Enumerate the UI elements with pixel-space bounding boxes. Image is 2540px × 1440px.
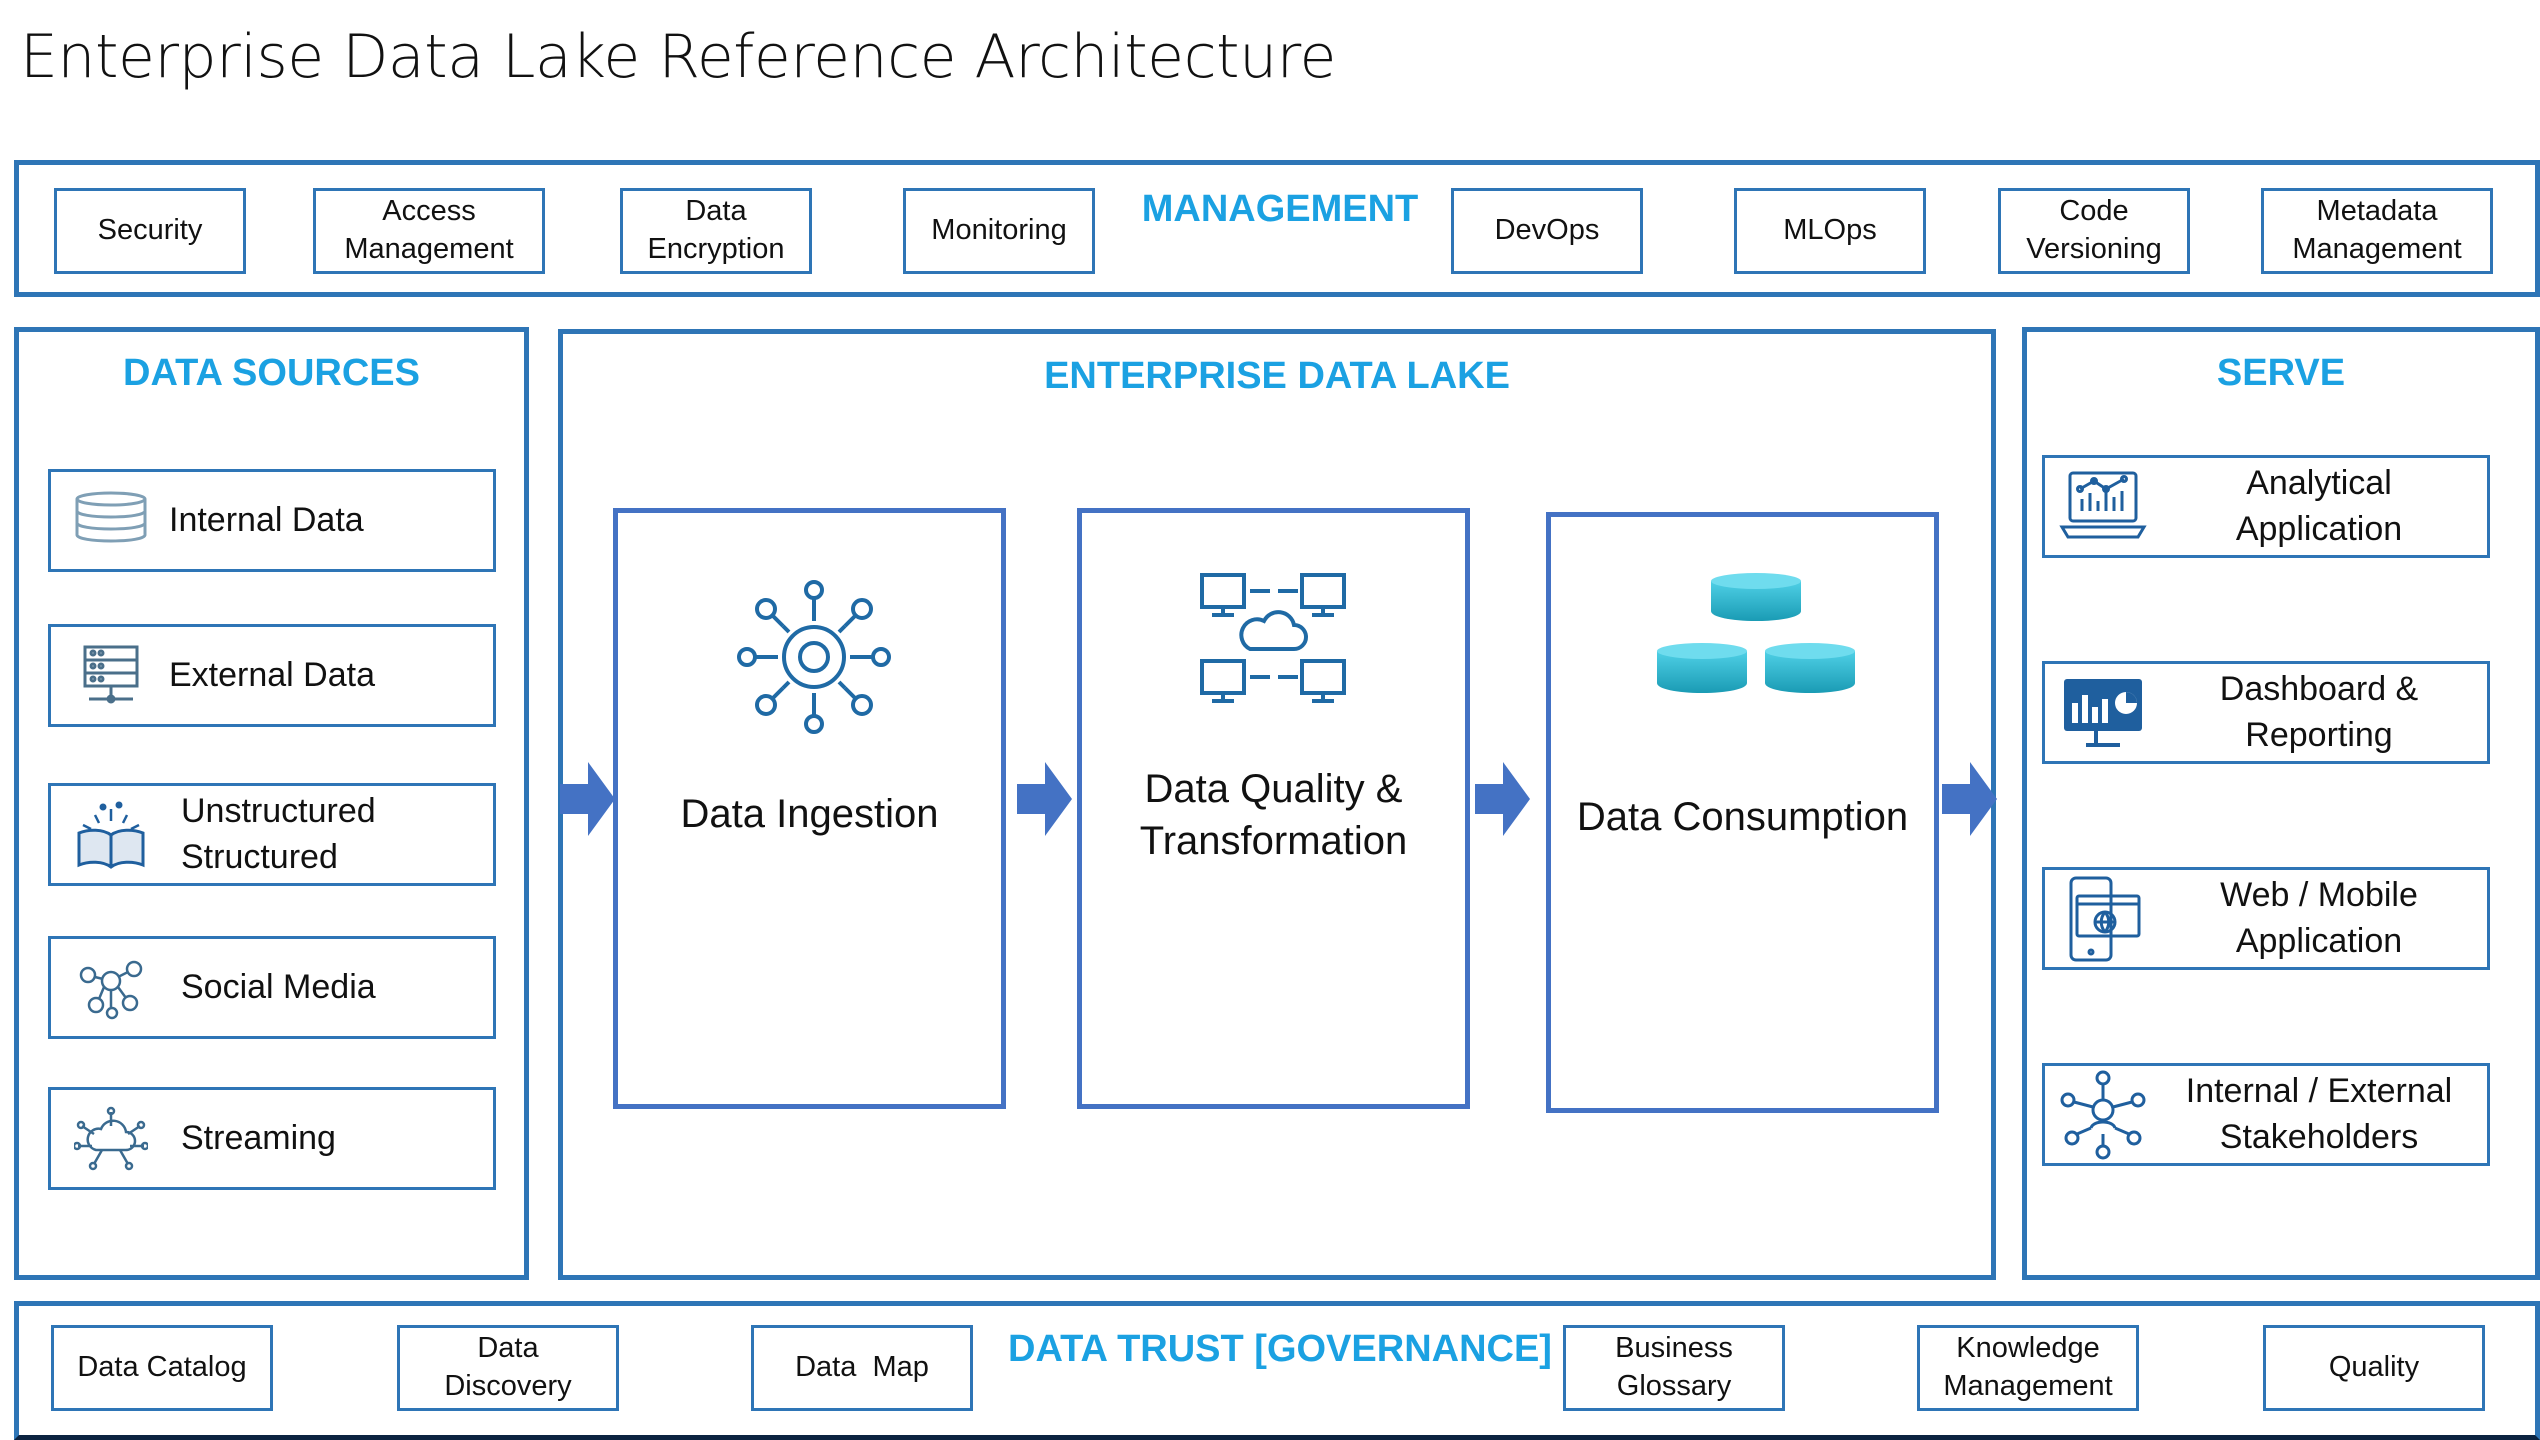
serve-analytical-application[interactable]: Analytical Application	[2042, 455, 2490, 558]
people-network-icon	[2055, 1067, 2151, 1163]
management-item-devops[interactable]: DevOps	[1451, 188, 1643, 274]
management-item-access-management[interactable]: Access Management	[313, 188, 545, 274]
data-lake-heading: ENTERPRISE DATA LAKE	[1044, 355, 1510, 397]
management-item-security[interactable]: Security	[54, 188, 246, 274]
source-streaming[interactable]: Streaming	[48, 1087, 496, 1190]
arrow-consumption-to-serve	[1942, 762, 1997, 836]
arrow-quality-to-consumption	[1475, 762, 1530, 836]
serve-label: Dashboard & Reporting	[2219, 669, 2419, 754]
monitor-dashboard-icon	[2055, 665, 2151, 761]
stage-label: Data Quality & Transformation	[1139, 767, 1408, 863]
management-item-mlops[interactable]: MLOps	[1734, 188, 1926, 274]
cylinder-top	[1711, 573, 1801, 621]
laptop-chart-icon	[2055, 459, 2151, 555]
arrow-ingestion-to-quality	[1017, 762, 1072, 836]
management-heading: MANAGEMENT	[1141, 188, 1419, 230]
management-item-data-encryption[interactable]: Data Encryption	[620, 188, 812, 274]
stage-data-consumption[interactable]: Data Consumption	[1546, 512, 1939, 1113]
governance-item-knowledge-management[interactable]: Knowledge Management	[1917, 1325, 2139, 1411]
governance-item-data-map[interactable]: Data Map	[751, 1325, 973, 1411]
governance-item-business-glossary[interactable]: Business Glossary	[1563, 1325, 1785, 1411]
serve-label: Analytical Application	[2235, 463, 2403, 548]
source-label: Social Media	[181, 967, 376, 1006]
data-sources-heading: DATA SOURCES	[123, 352, 420, 394]
source-social-media[interactable]: Social Media	[48, 936, 496, 1039]
management-item-code-versioning[interactable]: Code Versioning	[1998, 188, 2190, 274]
serve-internal-external-stakeholders[interactable]: Internal / External Stakeholders	[2042, 1063, 2490, 1166]
social-network-icon	[71, 948, 151, 1028]
data-stacks-icon	[1651, 571, 1861, 701]
serve-label: Internal / External Stakeholders	[2185, 1071, 2453, 1156]
source-label: Streaming	[181, 1118, 336, 1157]
mobile-web-icon	[2055, 871, 2151, 967]
cloud-network-icon	[71, 1099, 151, 1179]
source-external-data[interactable]: External Data	[48, 624, 496, 727]
gear-network-icon	[734, 577, 894, 737]
serve-web-mobile-application[interactable]: Web / Mobile Application	[2042, 867, 2490, 970]
stage-data-quality-transformation[interactable]: Data Quality & Transformation	[1077, 508, 1470, 1109]
open-book-icon	[71, 795, 151, 875]
database-icon	[71, 481, 151, 561]
governance-item-data-discovery[interactable]: Data Discovery	[397, 1325, 619, 1411]
source-label: External Data	[169, 655, 375, 694]
serve-label: Web / Mobile Application	[2220, 875, 2418, 960]
source-label: Unstructured Structured	[181, 791, 376, 876]
stage-label: Data Ingestion	[680, 792, 939, 836]
cloud-computers-icon	[1198, 569, 1348, 709]
management-item-monitoring[interactable]: Monitoring	[903, 188, 1095, 274]
page-title: Enterprise Data Lake Reference Architect…	[20, 22, 1336, 92]
source-unstructured-structured[interactable]: Unstructured Structured	[48, 783, 496, 886]
serve-heading: SERVE	[2216, 352, 2346, 394]
stage-label: Data Consumption	[1576, 795, 1909, 839]
server-icon	[71, 636, 151, 716]
governance-item-data-catalog[interactable]: Data Catalog	[51, 1325, 273, 1411]
governance-heading: DATA TRUST [GOVERNANCE]	[1008, 1328, 1552, 1370]
stage-data-ingestion[interactable]: Data Ingestion	[613, 508, 1006, 1109]
management-item-metadata-management[interactable]: Metadata Management	[2261, 188, 2493, 274]
governance-item-quality[interactable]: Quality	[2263, 1325, 2485, 1411]
cylinder-left	[1657, 643, 1747, 693]
cylinder-right	[1765, 643, 1855, 693]
source-label: Internal Data	[169, 500, 364, 539]
serve-dashboard-reporting[interactable]: Dashboard & Reporting	[2042, 661, 2490, 764]
arrow-sources-to-ingestion	[560, 762, 615, 836]
source-internal-data[interactable]: Internal Data	[48, 469, 496, 572]
